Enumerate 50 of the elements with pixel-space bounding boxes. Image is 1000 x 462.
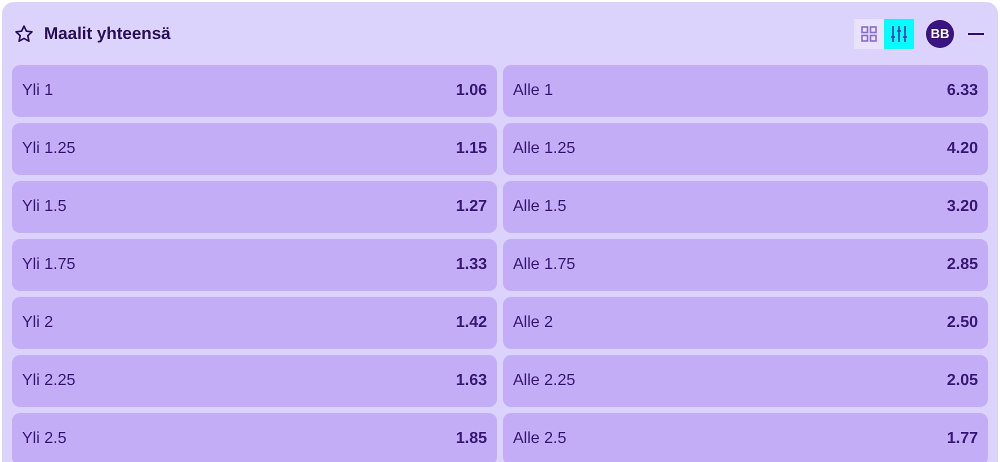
selection-label: Yli 1.25 — [22, 139, 76, 159]
odds-value: 4.20 — [946, 139, 978, 159]
selection-label: Alle 1.25 — [513, 139, 576, 159]
odds-button[interactable]: Alle 1 6.33 — [503, 65, 988, 117]
odds-button[interactable]: Yli 2.25 1.63 — [12, 355, 497, 407]
odds-button[interactable]: Yli 1.5 1.27 — [12, 181, 497, 233]
user-badge[interactable]: BB — [926, 20, 954, 48]
odds-value: 2.50 — [946, 313, 978, 333]
selection-label: Yli 1 — [22, 81, 54, 101]
odds-value: 1.27 — [456, 197, 487, 217]
selection-label: Alle 1.5 — [513, 197, 566, 217]
odds-button[interactable]: Alle 2 2.50 — [503, 297, 988, 349]
selection-label: Yli 1.75 — [22, 255, 76, 275]
odds-button[interactable]: Alle 1.75 2.85 — [503, 239, 988, 291]
selection-label: Alle 1 — [513, 81, 554, 101]
odds-value: 1.77 — [946, 429, 978, 449]
odds-button[interactable]: Alle 2.25 2.05 — [503, 355, 988, 407]
odds-value: 6.33 — [946, 81, 978, 101]
grid-icon — [860, 24, 878, 42]
collapse-icon[interactable] — [968, 32, 984, 36]
odds-button[interactable]: Yli 1.75 1.33 — [12, 239, 497, 291]
odds-value: 3.20 — [946, 197, 978, 217]
selection-label: Alle 1.75 — [513, 255, 576, 275]
sliders-icon — [890, 24, 908, 42]
market-title: Maalit yhteensä — [44, 22, 171, 45]
odds-value: 1.06 — [456, 81, 487, 101]
selection-label: Alle 2 — [513, 313, 554, 333]
odds-value: 2.85 — [946, 255, 978, 275]
odds-button[interactable]: Yli 1 1.06 — [12, 65, 497, 117]
odds-button[interactable]: Yli 2.5 1.85 — [12, 413, 497, 462]
odds-button[interactable]: Alle 1.5 3.20 — [503, 181, 988, 233]
view-toggle[interactable] — [854, 18, 884, 48]
odds-button[interactable]: Alle 2.5 1.77 — [503, 413, 988, 462]
odds-button[interactable]: Alle 1.25 4.20 — [503, 123, 988, 175]
star-icon[interactable] — [14, 24, 34, 44]
odds-value: 1.85 — [456, 429, 487, 449]
odds-value: 1.15 — [456, 139, 487, 159]
odds-value: 1.33 — [456, 255, 487, 275]
odds-button[interactable]: Yli 1.25 1.15 — [12, 123, 497, 175]
selection-label: Yli 2.5 — [22, 429, 66, 449]
odds-value: 1.42 — [456, 313, 487, 333]
odds-button[interactable]: Yli 2 1.42 — [12, 297, 497, 349]
view-toggle[interactable] — [884, 18, 914, 48]
selection-label: Yli 2 — [22, 313, 54, 333]
odds-value: 1.63 — [456, 371, 487, 391]
selection-label: Alle 2.5 — [513, 429, 566, 449]
odds-value: 2.05 — [946, 371, 978, 391]
selection-label: Yli 1.5 — [22, 197, 66, 217]
selection-label: Yli 2.25 — [22, 371, 76, 391]
selection-label: Alle 2.25 — [513, 371, 576, 391]
